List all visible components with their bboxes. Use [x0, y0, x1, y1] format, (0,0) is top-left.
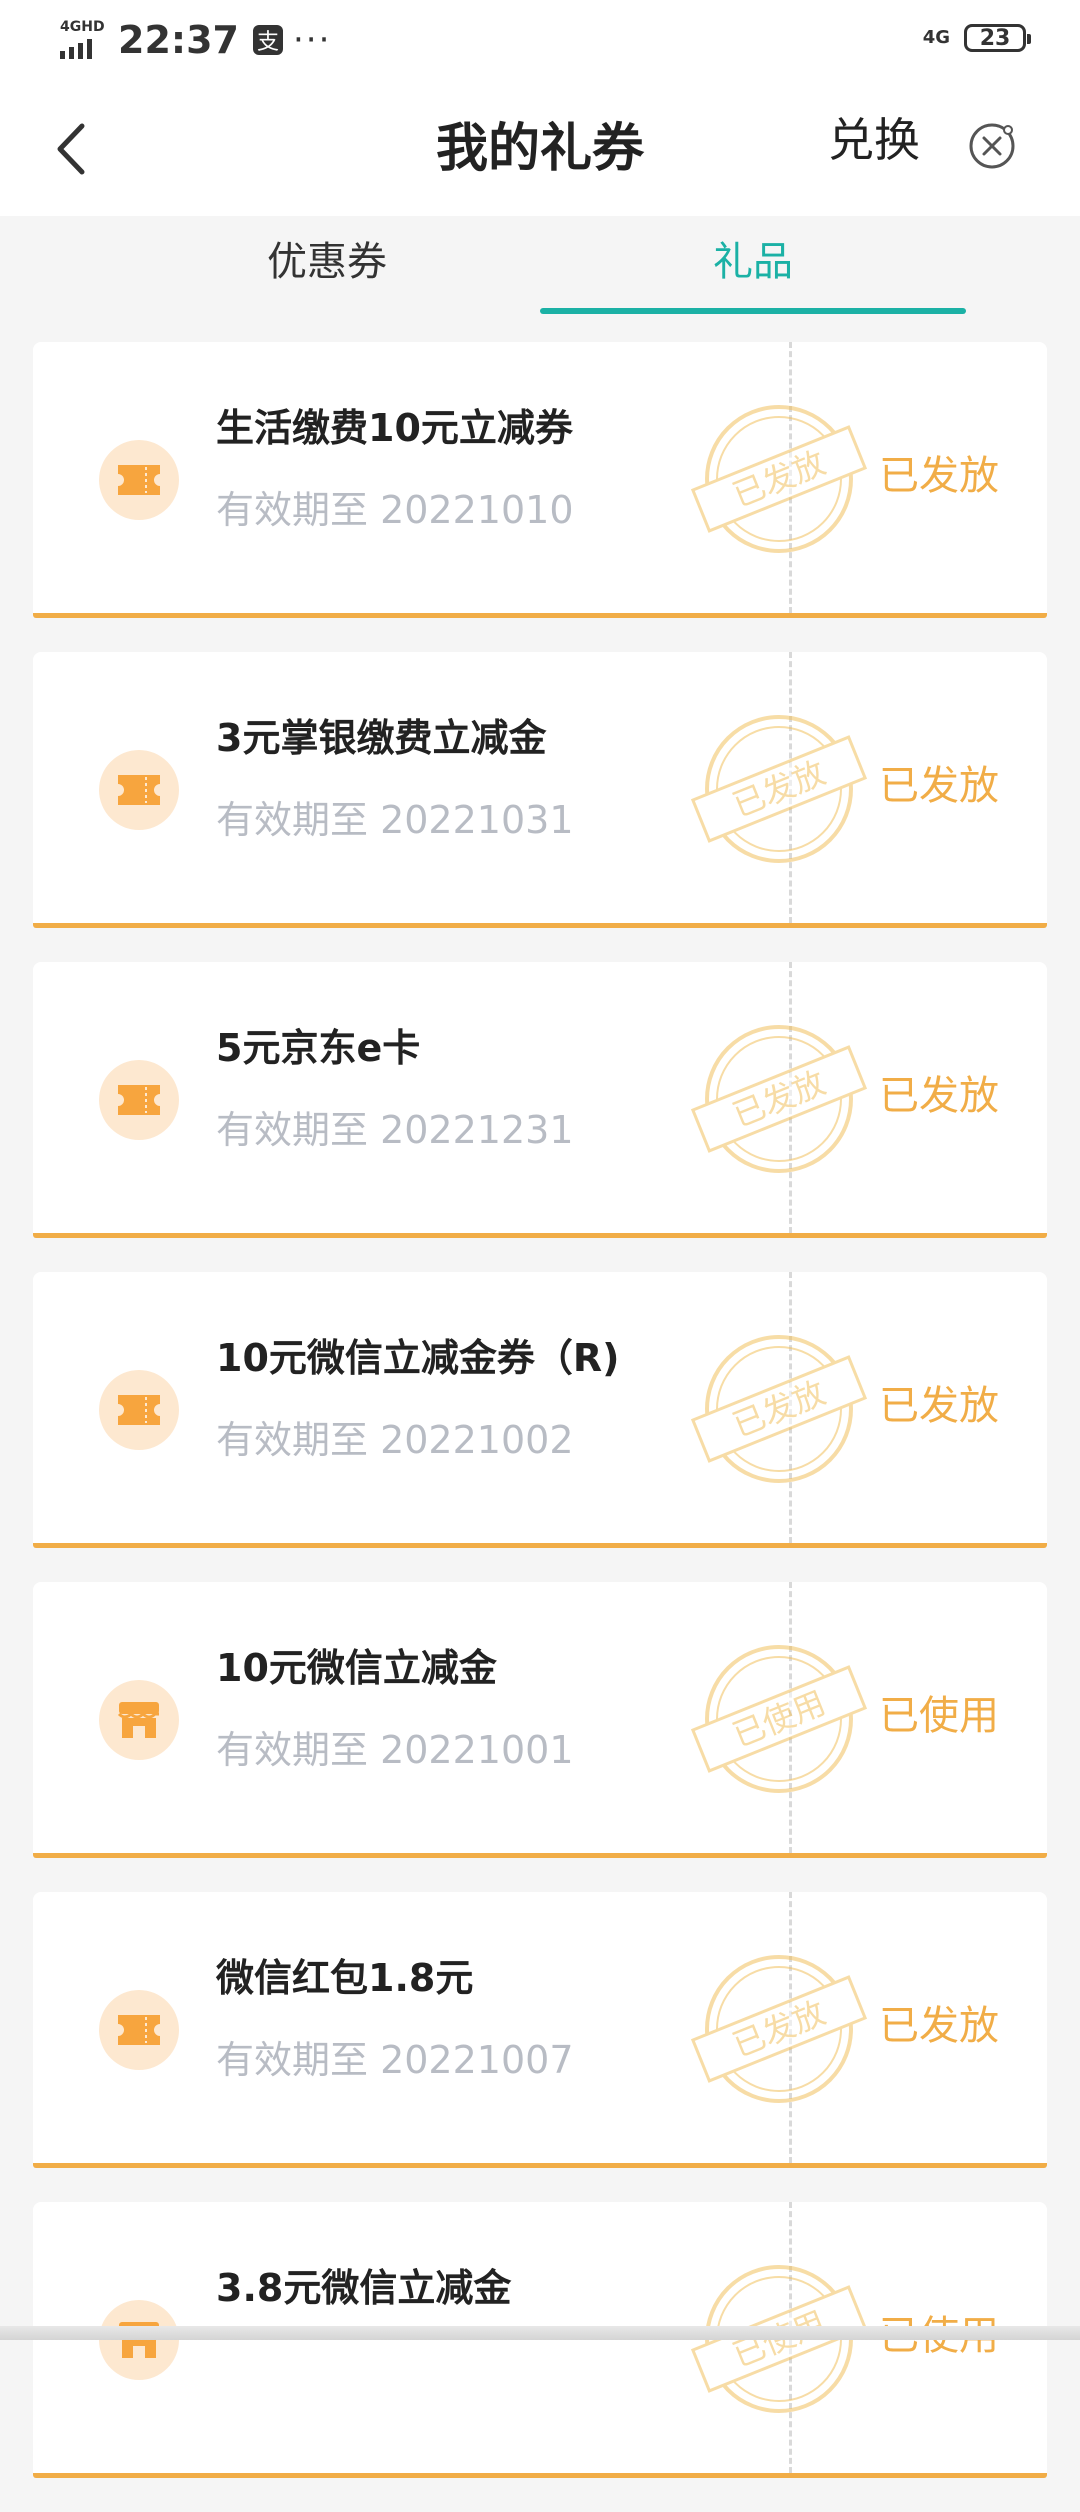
tab-coupons[interactable]: 优惠券 [114, 232, 540, 292]
gift-title: 3元掌银缴费立减金 [216, 716, 547, 760]
gift-icon-badge [99, 440, 179, 520]
status-time: 22:37 [118, 18, 239, 62]
signal-icon [60, 39, 92, 59]
stamp-seal-icon: 已发放 [690, 1955, 868, 2103]
gift-card[interactable]: 3元掌银缴费立减金 有效期至 20221031 已发放 已发放 [33, 652, 1047, 928]
ticket-icon [118, 775, 160, 805]
bottom-edge-shade [0, 2326, 1080, 2340]
stamp-seal-icon: 已发放 [690, 1335, 868, 1483]
gift-title: 生活缴费10元立减券 [216, 406, 573, 450]
status-left: 4GHD 22:37 支 ··· [60, 18, 331, 62]
stamp-seal-icon: 已使用 [690, 1645, 868, 1793]
gift-status: 已发放 [879, 763, 999, 809]
gift-expiry: 有效期至 20221007 [216, 2038, 574, 2082]
gift-card[interactable]: 微信红包1.8元有效期至 20221007 已发放 已发放 [33, 1892, 1047, 2168]
gift-expiry: 有效期至 20221002 [216, 1418, 574, 1462]
tab-gifts[interactable]: 礼品 [540, 232, 966, 292]
gift-card[interactable]: 5元京东e卡有效期至 20221231 已发放 已发放 [33, 962, 1047, 1238]
ticket-icon [118, 1395, 160, 1425]
gift-title: 微信红包1.8元 [216, 1956, 474, 2000]
gift-icon-badge [99, 2300, 179, 2380]
gift-card[interactable]: 生活缴费10元立减券 有效期至 20221010 已发放 已发放 [33, 342, 1047, 618]
network-type: 4GHD [60, 19, 105, 35]
stamp-seal-icon: 已发放 [690, 715, 868, 863]
exchange-button[interactable]: 兑换 [828, 110, 920, 170]
status-right: 4G 23 [922, 24, 1031, 52]
gift-title: 5元京东e卡 [216, 1026, 421, 1070]
battery-icon: 23 [964, 24, 1031, 52]
battery-level: 23 [979, 25, 1011, 51]
gift-expiry: 有效期至 20221001 [216, 1728, 574, 1772]
gift-icon-badge [99, 750, 179, 830]
navigation-bar: 我的礼券 兑换 [0, 84, 1080, 216]
gift-status: 已发放 [879, 2003, 999, 2049]
status-bar: 4GHD 22:37 支 ··· 4G 23 [0, 0, 1080, 84]
gift-icon-badge [99, 1060, 179, 1140]
gift-status: 已使用 [879, 1693, 999, 1739]
store-icon [117, 1702, 159, 1738]
gift-status: 已发放 [879, 453, 999, 499]
ticket-icon [118, 2015, 160, 2045]
gift-expiry: 有效期至 20221231 [216, 1108, 574, 1152]
tab-bar: 优惠券 礼品 [0, 216, 1080, 316]
ticket-icon [118, 1085, 160, 1115]
stamp-seal-icon: 已发放 [690, 1025, 868, 1173]
active-tab-indicator [540, 308, 966, 314]
gift-expiry: 有效期至 20221031 [216, 798, 574, 842]
gift-status: 已发放 [879, 1073, 999, 1119]
gift-title: 3.8元微信立减金 [216, 2266, 512, 2310]
gift-card[interactable]: 10元微信立减金券（R) 有效期至 20221002 已发放 已发放 [33, 1272, 1047, 1548]
gift-icon-badge [99, 1680, 179, 1760]
gift-expiry: 有效期至 20221010 [216, 488, 574, 532]
gift-status: 已发放 [879, 1383, 999, 1429]
ticket-icon [118, 465, 160, 495]
mobile-data-icon: 4G [922, 27, 950, 48]
network-indicator: 4GHD [60, 19, 110, 61]
gift-icon-badge [99, 1370, 179, 1450]
close-mini-program-button[interactable] [966, 120, 1018, 172]
gift-title: 10元微信立减金券（R) [216, 1336, 620, 1380]
gift-icon-badge [99, 1990, 179, 2070]
gift-title: 10元微信立减金 [216, 1646, 497, 1690]
gift-card[interactable]: 10元微信立减金有效期至 20221001 已使用 已使用 [33, 1582, 1047, 1858]
alipay-icon: 支 [252, 25, 283, 55]
stamp-seal-icon: 已发放 [690, 405, 868, 553]
more-notifications-icon: ··· [292, 20, 332, 60]
gift-list: 生活缴费10元立减券 有效期至 20221010 已发放 已发放 3元掌银缴费立减金 有效… [33, 342, 1047, 2512]
close-circle-icon [969, 123, 1015, 169]
gift-card[interactable]: 3.8元微信立减金已使用已使用 [33, 2202, 1047, 2478]
